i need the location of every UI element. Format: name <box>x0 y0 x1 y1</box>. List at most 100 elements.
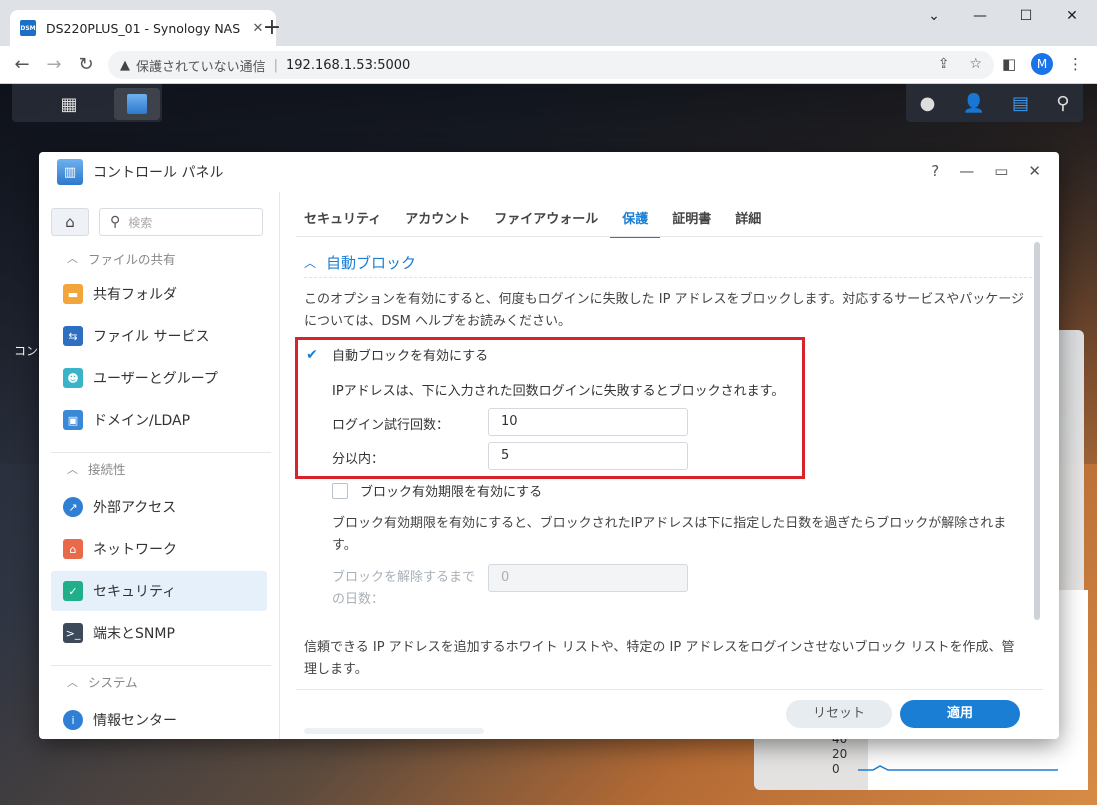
unblock-days-input[interactable]: 0 <box>488 564 688 592</box>
sidebar-item-label: 外部アクセス <box>93 500 177 516</box>
chat-bubble-icon[interactable]: ● <box>920 93 936 114</box>
tab-bar: セキュリティ アカウント ファイアウォール 保護 証明書 詳細 <box>304 208 773 238</box>
sidebar-item-external-access[interactable]: ↗ 外部アクセス <box>51 487 267 527</box>
tab-firewall[interactable]: ファイアウォール <box>482 208 610 238</box>
new-tab-icon[interactable]: + <box>260 16 284 40</box>
widgets-icon[interactable]: ▤ <box>1012 93 1029 114</box>
search-placeholder: 検索 <box>128 215 153 230</box>
apply-button[interactable]: 適用 <box>900 700 1020 728</box>
sidebar-item-label: ドメイン/LDAP <box>93 413 191 429</box>
tab-title: DS220PLUS_01 - Synology NAS <box>46 20 241 36</box>
terminal-icon: >_ <box>63 623 83 643</box>
enable-block-expiry-checkbox[interactable]: ブロック有効期限を有効にする <box>332 481 542 500</box>
sidebar: ⌂ ⚲ 検索 ︿ ファイルの共有 ▬ 共有フォルダ ⇆ ファイル サービス ☻ … <box>51 206 279 739</box>
maximize-icon[interactable]: ▭ <box>994 162 1008 180</box>
sidebar-section-connectivity[interactable]: ︿ 接続性 <box>51 452 271 484</box>
main-menu-grid-icon[interactable]: ▦ <box>46 88 92 120</box>
sidebar-item-label: 端末とSNMP <box>93 626 175 642</box>
reload-icon[interactable]: ↻ <box>74 54 98 76</box>
tab-protection[interactable]: 保護 <box>610 208 661 238</box>
footer-divider <box>296 689 1043 690</box>
sidebar-item-file-services[interactable]: ⇆ ファイル サービス <box>51 316 267 356</box>
search-input[interactable]: ⚲ 検索 <box>99 208 263 236</box>
block-expiry-description: ブロック有効期限を有効にすると、ブロックされたIPアドレスは下に指定した日数を過… <box>332 516 1007 553</box>
browser-toolbar: ← → ↻ ▲ 保護されていない通信 | 192.168.1.53:5000 ⇪… <box>0 46 1097 84</box>
sidebar-item-label: ユーザーとグループ <box>93 371 218 387</box>
user-icon[interactable]: 👤 <box>962 93 984 114</box>
sidebar-section-label: ファイルの共有 <box>88 251 176 267</box>
insecure-label: 保護されていない通信 <box>136 59 266 75</box>
checkbox-label: ブロック有効期限を有効にする <box>360 485 543 500</box>
window-maximize-icon[interactable]: ☐ <box>1003 4 1049 28</box>
chart-tick-label: 0 <box>832 762 840 776</box>
annotation-highlight-box <box>295 337 805 479</box>
sidebar-item-terminal-snmp[interactable]: >_ 端末とSNMP <box>51 613 267 653</box>
autoblock-description: このオプションを有効にすると、何度もログインに失敗した IP アドレスをブロック… <box>304 292 1024 329</box>
chevron-up-icon: ︿ <box>67 252 78 265</box>
minimize-icon[interactable]: — <box>959 162 974 180</box>
info-icon: i <box>63 710 83 730</box>
search-icon: ⚲ <box>110 214 121 230</box>
sidebar-item-users-groups[interactable]: ☻ ユーザーとグループ <box>51 358 267 398</box>
tab-security[interactable]: セキュリティ <box>304 208 393 238</box>
control-panel-taskbar-icon[interactable] <box>114 88 160 120</box>
sidebar-section-system[interactable]: ︿ システム <box>51 665 271 697</box>
chart-series-line <box>858 765 1058 771</box>
sidebar-item-label: 共有フォルダ <box>93 287 177 303</box>
profile-avatar[interactable]: M <box>1031 53 1053 75</box>
sidebar-item-info-center[interactable]: i 情報センター <box>51 700 267 739</box>
sidebar-item-domain-ldap[interactable]: ▣ ドメイン/LDAP <box>51 400 267 440</box>
home-icon[interactable]: ⌂ <box>51 208 89 236</box>
bookmark-star-icon[interactable]: ☆ <box>969 56 982 72</box>
users-icon: ☻ <box>63 368 83 388</box>
address-bar[interactable]: ▲ 保護されていない通信 | 192.168.1.53:5000 ⇪ ☆ <box>108 51 994 79</box>
allow-block-list-button-partial[interactable] <box>304 728 484 734</box>
chevron-up-icon: ︿ <box>67 462 78 476</box>
chevron-up-icon: ︿ <box>67 675 78 689</box>
back-arrow-icon[interactable]: ← <box>10 54 34 76</box>
chevron-up-icon: ︿ <box>304 256 317 270</box>
chevron-down-icon[interactable]: ⌄ <box>911 4 957 28</box>
window-close-icon[interactable]: ✕ <box>1049 4 1095 28</box>
reset-button[interactable]: リセット <box>786 700 892 728</box>
help-icon[interactable]: ? <box>931 162 939 180</box>
search-icon[interactable]: ⚲ <box>1056 93 1069 114</box>
sidebar-section-label: システム <box>88 675 138 690</box>
window-title: コントロール パネル <box>93 165 224 181</box>
side-panel-icon[interactable]: ◧ <box>1002 55 1016 73</box>
tab-account[interactable]: アカウント <box>393 208 482 238</box>
section-title: 自動ブロック <box>326 254 417 272</box>
sidebar-item-label: ネットワーク <box>93 542 177 558</box>
network-icon: ⌂ <box>63 539 83 559</box>
browser-tabbar: DSM DS220PLUS_01 - Synology NAS ✕ + ⌄ — … <box>0 0 1097 46</box>
sidebar-item-label: セキュリティ <box>93 584 177 600</box>
dsm-favicon-icon: DSM <box>20 20 36 36</box>
chart-tick-label: 20 <box>832 747 848 761</box>
autoblock-section-header[interactable]: ︿ 自動ブロック <box>304 252 1032 278</box>
control-panel-window: ▥ コントロール パネル ? — ▭ ✕ ⌂ ⚲ 検索 ︿ ファイルの共有 ▬ … <box>39 152 1059 739</box>
browser-tab[interactable]: DSM DS220PLUS_01 - Synology NAS ✕ <box>10 10 276 46</box>
share-icon[interactable]: ⇪ <box>938 56 950 72</box>
forward-arrow-icon[interactable]: → <box>42 54 66 76</box>
external-access-icon: ↗ <box>63 497 83 517</box>
control-panel-icon: ▥ <box>57 159 83 185</box>
dsm-top-right-bar: ● 👤 ▤ ⚲ <box>906 84 1083 122</box>
window-titlebar[interactable]: ▥ コントロール パネル ? — ▭ ✕ <box>39 152 1059 192</box>
dsm-taskbar: ▦ <box>12 84 162 122</box>
sidebar-item-security[interactable]: ✓ セキュリティ <box>51 571 267 611</box>
sidebar-item-label: ファイル サービス <box>93 329 210 345</box>
close-icon[interactable]: ✕ <box>1028 162 1041 180</box>
tab-advanced[interactable]: 詳細 <box>723 208 773 238</box>
security-shield-icon: ✓ <box>63 581 83 601</box>
tab-underline-divider <box>296 236 1043 237</box>
sidebar-item-shared-folder[interactable]: ▬ 共有フォルダ <box>51 274 267 314</box>
sidebar-item-network[interactable]: ⌂ ネットワーク <box>51 529 267 569</box>
checkbox-box <box>332 482 348 499</box>
content-scrollbar[interactable] <box>1034 242 1040 620</box>
window-minimize-icon[interactable]: — <box>957 4 1003 28</box>
tab-certificate[interactable]: 証明書 <box>660 208 723 238</box>
sidebar-section-file-sharing[interactable]: ︿ ファイルの共有 <box>51 242 271 274</box>
sidebar-section-label: 接続性 <box>88 462 126 477</box>
allow-block-list-description: 信頼できる IP アドレスを追加するホワイト リストや、特定の IP アドレスを… <box>304 640 1015 677</box>
kebab-menu-icon[interactable]: ⋮ <box>1068 55 1083 73</box>
